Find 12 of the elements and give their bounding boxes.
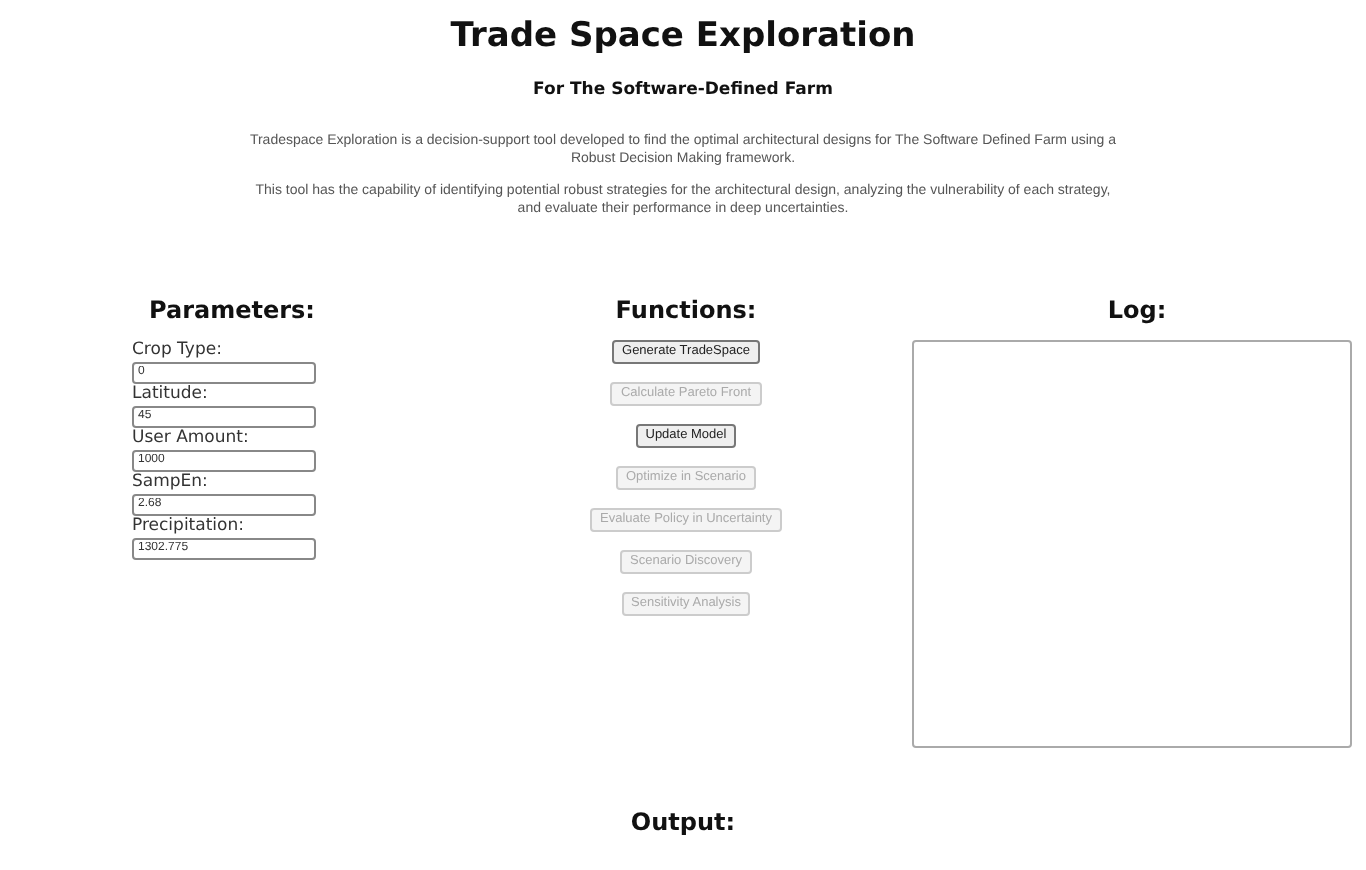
output-heading: Output: bbox=[630, 807, 736, 836]
log-heading: Log: bbox=[1107, 295, 1167, 324]
field-label: User Amount: bbox=[132, 427, 249, 450]
field-label: Precipitation: bbox=[132, 515, 244, 538]
field-label: SampEn: bbox=[132, 471, 208, 494]
field-label: Latitude: bbox=[132, 383, 208, 406]
page-title: Trade Space Exploration bbox=[450, 16, 916, 56]
page-subtitle: For The Software-Defined Farm bbox=[533, 80, 833, 100]
log-area[interactable] bbox=[911, 339, 1351, 748]
parameters-heading: Parameters: bbox=[149, 295, 315, 324]
field-label: Crop Type: bbox=[132, 339, 222, 362]
functions-heading: Functions: bbox=[615, 295, 757, 324]
